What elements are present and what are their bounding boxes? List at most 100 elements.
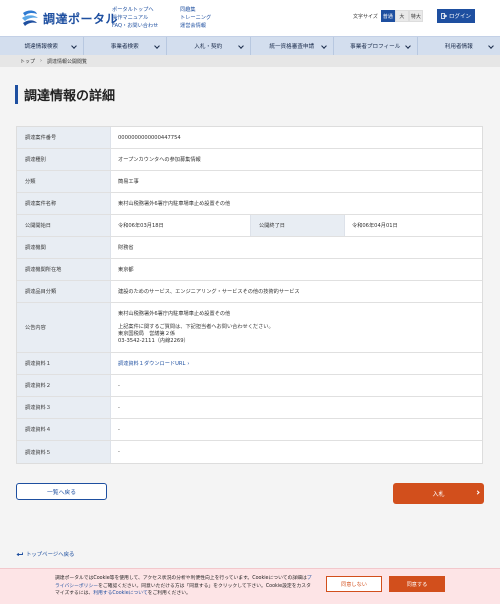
breadcrumb-home[interactable]: トップ	[20, 58, 35, 65]
detail-table: 調達案件番号 0000000000000447754 調達種別 オープンカウンタ…	[16, 126, 483, 464]
table-row: 調達資料４ -	[17, 419, 482, 441]
table-row: 分類 簡易工事	[17, 171, 482, 193]
glossary-link[interactable]: 同趣集	[180, 6, 211, 14]
case-name-value: 東村山税務署外6署庁内駐車場車止め設置その他	[118, 201, 231, 207]
chevron-down-icon	[154, 43, 160, 49]
row-label: 調達資料３	[17, 397, 111, 418]
table-row: 調達機関所在地 東京都	[17, 259, 482, 281]
manual-link[interactable]: 操作マニュアル	[112, 14, 158, 22]
row-label: 分類	[17, 171, 111, 192]
back-to-top-label: トップページへ戻る	[26, 552, 75, 558]
row-label: 調達案件名称	[17, 193, 111, 214]
login-button[interactable]: ログイン	[437, 9, 475, 23]
chevron-down-icon	[488, 43, 494, 49]
chevron-down-icon	[321, 43, 327, 49]
row-label: 公告内容	[17, 303, 111, 352]
item-class-value: 建設のためのサービス、エンジニアリング・サービスその他の技術的サービス	[118, 289, 300, 295]
main-nav: 調達情報検索 事業者検索 入札・契約 統一資格審査申請 事業者プロフィール 利用…	[0, 36, 500, 55]
chevron-down-icon	[404, 43, 411, 49]
bid-button[interactable]: 入札	[393, 483, 484, 504]
notice-content: 東村山税務署外6署庁内駐車場車止め設置その他 上記案件に関するご質問は、下記担当…	[111, 303, 482, 352]
org-value: 財務省	[118, 245, 134, 251]
chevron-right-icon: ›	[40, 58, 43, 64]
logo-swirl-icon	[22, 10, 38, 26]
cookie-message: 調達ポータルではCookie等を使用して、アクセス状況の分析や利便性向上を行って…	[55, 575, 315, 598]
row-label: 調達機関所在地	[17, 259, 111, 280]
nav-label: 入札・契約	[194, 44, 223, 50]
cookie-text: をご利用ください。	[147, 591, 191, 596]
row-label: 調達資料２	[17, 375, 111, 396]
table-row: 調達機関 財務省	[17, 237, 482, 259]
nav-label: 統一資格審査申請	[269, 44, 315, 50]
site-logo[interactable]: 調達ポータル	[20, 9, 118, 27]
chevron-down-icon	[70, 43, 77, 49]
page-title: 調達情報の詳細	[24, 89, 116, 104]
faq-link[interactable]: FAQ・お問い合わせ	[112, 22, 158, 30]
notice-line: 上記案件に関するご質問は、下記担当者へお問い合わせください。	[118, 323, 274, 330]
font-size-xlarge-button[interactable]: 特大	[408, 10, 423, 22]
nav-item-bid-contract[interactable]: 入札・契約	[167, 37, 251, 55]
table-row: 調達種別 オープンカウンタへの参加募集情報	[17, 149, 482, 171]
cookie-accept-button[interactable]: 同意する	[389, 576, 445, 592]
row-label: 調達案件番号	[17, 127, 111, 148]
doc5-value: -	[118, 449, 120, 455]
nav-item-qualification[interactable]: 統一資格審査申請	[251, 37, 334, 55]
table-row: 公開開始日 令和06年03月18日 公開終了日 令和06年04月01日	[17, 215, 482, 237]
row-label: 公開終了日	[251, 215, 345, 236]
operator-info-link[interactable]: 運営会情報	[180, 22, 211, 30]
bid-label: 入札	[432, 491, 445, 498]
login-icon	[441, 13, 447, 19]
table-row: 調達資料３ -	[17, 397, 482, 419]
nav-item-procurement-search[interactable]: 調達情報検索	[0, 37, 84, 55]
category-value: 簡易工事	[118, 179, 139, 185]
cookie-text: 調達ポータルではCookie等を使用して、アクセス状況の分析や利便性向上を行って…	[55, 576, 307, 581]
training-link[interactable]: トレーニング	[180, 14, 211, 22]
header-links-secondary: 同趣集 トレーニング 運営会情報	[180, 6, 211, 30]
return-arrow-icon	[16, 552, 23, 556]
portal-top-link[interactable]: ポータルトップへ	[112, 6, 158, 14]
location-value: 東京都	[118, 267, 134, 273]
nav-item-user-info[interactable]: 利用者情報	[418, 37, 500, 55]
row-label: 調達資料１	[17, 353, 111, 374]
font-size-large-button[interactable]: 大	[394, 10, 409, 22]
case-number-value: 0000000000000447754	[118, 134, 181, 141]
login-label: ログイン	[448, 14, 471, 20]
notice-line: 東村山税務署外6署庁内駐車場車止め設置その他	[118, 310, 231, 317]
table-row: 調達案件番号 0000000000000447754	[17, 127, 482, 149]
doc3-value: -	[118, 404, 120, 411]
doc1-download-link[interactable]: 調達資料１ダウンロードURL	[118, 360, 185, 367]
font-size-switcher: 文字サイズ 普通 大 特大	[353, 10, 423, 22]
nav-item-business-search[interactable]: 事業者検索	[84, 37, 167, 55]
table-row: 調達資料５ -	[17, 441, 482, 463]
back-to-list-button[interactable]: 一覧へ戻る	[16, 483, 107, 500]
font-size-normal-button[interactable]: 普通	[380, 10, 395, 22]
table-row: 調達資料１ 調達資料１ダウンロードURL ›	[17, 353, 482, 375]
type-value: オープンカウンタへの参加募集情報	[118, 157, 201, 163]
doc4-value: -	[118, 426, 120, 433]
row-label: 調達資料５	[17, 441, 111, 463]
table-row: 調達資料２ -	[17, 375, 482, 397]
title-accent-bar	[15, 85, 18, 104]
breadcrumb: トップ › 調達情報公開閲覧	[0, 55, 500, 67]
row-label: 公開開始日	[17, 215, 111, 236]
logo-text: 調達ポータル	[43, 11, 119, 26]
breadcrumb-current: 調達情報公開閲覧	[47, 58, 88, 65]
page-title-bar: 調達情報の詳細	[15, 85, 115, 104]
row-label: 調達種別	[17, 149, 111, 170]
back-to-top-link[interactable]: トップページへ戻る	[16, 550, 74, 558]
table-row: 調達品目分類 建設のためのサービス、エンジニアリング・サービスその他の技術的サー…	[17, 281, 482, 303]
font-size-label: 文字サイズ	[353, 13, 378, 20]
doc2-value: -	[118, 382, 120, 389]
cookie-settings-link[interactable]: 利用するCookieについて	[93, 591, 147, 596]
chevron-down-icon	[237, 43, 244, 49]
chevron-right-icon: ›	[187, 360, 190, 367]
cookie-reject-button[interactable]: 同意しない	[326, 576, 382, 592]
table-row: 調達案件名称 東村山税務署外6署庁内駐車場車止め設置その他	[17, 193, 482, 215]
site-header: 調達ポータル ポータルトップへ 操作マニュアル FAQ・お問い合わせ 同趣集 ト…	[0, 0, 500, 36]
nav-item-business-profile[interactable]: 事業者プロフィール	[334, 37, 418, 55]
row-label: 調達品目分類	[17, 281, 111, 302]
header-links-primary: ポータルトップへ 操作マニュアル FAQ・お問い合わせ	[112, 6, 158, 30]
nav-label: 利用者情報	[444, 44, 473, 50]
nav-label: 事業者プロフィール	[350, 44, 401, 50]
row-label: 調達資料４	[17, 419, 111, 440]
